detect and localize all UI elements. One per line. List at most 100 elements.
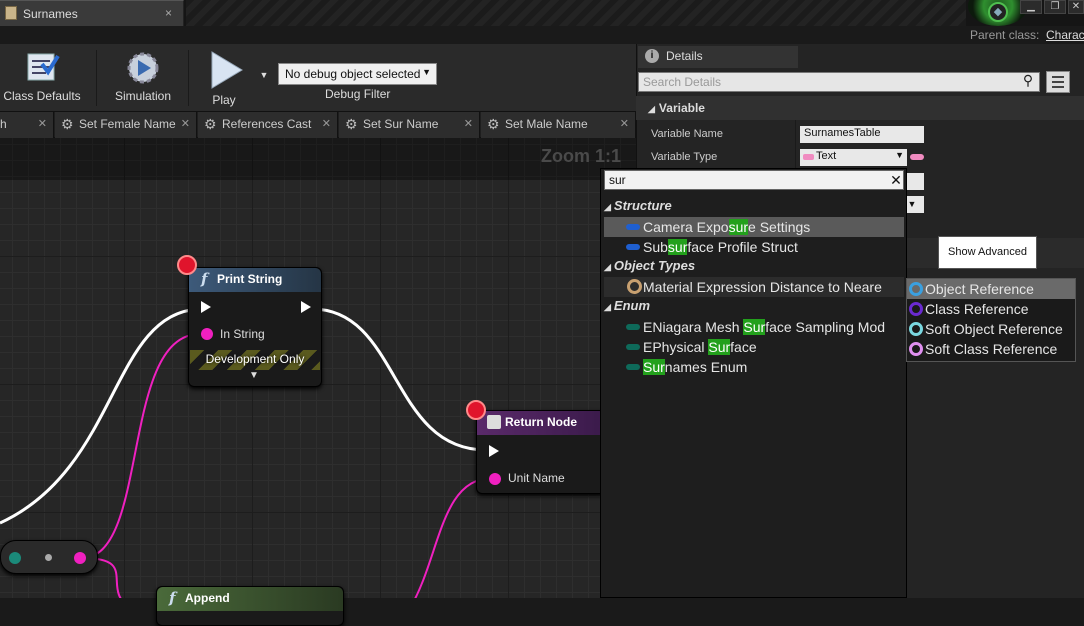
category-label: Structure xyxy=(613,198,672,213)
play-button[interactable]: Play xyxy=(196,50,252,107)
close-window-button[interactable]: ✕ xyxy=(1068,0,1084,14)
reroute-node[interactable] xyxy=(0,540,98,574)
exec-input-pin[interactable] xyxy=(489,445,499,457)
list-item-material-expression[interactable]: Material Expression Distance to Neare xyxy=(604,277,904,297)
search-highlight: Sur xyxy=(708,339,731,355)
breakpoint-icon[interactable] xyxy=(466,400,486,420)
type-search-input[interactable]: sur xyxy=(604,170,904,190)
item-text: ENiagara Mesh xyxy=(643,319,744,335)
list-item-surnames-enum[interactable]: Surnames Enum xyxy=(604,357,904,377)
category-label: Enum xyxy=(613,298,651,313)
blueprint-icon xyxy=(5,6,17,20)
struct-icon xyxy=(626,224,640,230)
clear-search-icon[interactable]: ✕ xyxy=(888,170,904,190)
chevron-down-icon: ▼ xyxy=(895,150,904,160)
menu-item-label: Soft Class Reference xyxy=(925,341,1058,357)
breakpoint-icon[interactable] xyxy=(177,255,197,275)
function-gear-icon: ⚙ xyxy=(345,116,358,132)
parent-class-link[interactable]: Charac xyxy=(1046,28,1084,42)
exec-wire xyxy=(311,307,487,452)
string-output-pin[interactable] xyxy=(74,552,86,564)
function-icon: f xyxy=(201,270,208,288)
details-search-input[interactable]: Search Details xyxy=(638,72,1040,92)
list-item-subsurface-profile-struct[interactable]: Subsurface Profile Struct xyxy=(604,237,904,257)
search-highlight: Sur xyxy=(643,359,665,375)
close-icon[interactable]: ✕ xyxy=(181,117,190,130)
tab-label: h xyxy=(0,117,7,131)
exec-output-pin[interactable] xyxy=(301,301,311,313)
debug-filter-label: Debug Filter xyxy=(325,87,391,101)
close-icon[interactable]: ✕ xyxy=(464,117,473,130)
variable-type-label: Variable Type xyxy=(651,151,718,163)
list-item-camera-exposure-settings[interactable]: Camera Exposure Settings xyxy=(604,217,904,237)
variable-section-header[interactable]: ◢ Variable xyxy=(636,96,1084,120)
append-node[interactable]: f Append xyxy=(156,586,344,626)
close-icon[interactable]: ✕ xyxy=(620,117,629,130)
exec-input-pin[interactable] xyxy=(201,301,211,313)
menu-item-soft-class-reference[interactable]: Soft Class Reference xyxy=(907,339,1075,359)
close-icon[interactable]: ✕ xyxy=(38,117,47,130)
variable-name-field[interactable]: SurnamesTable xyxy=(800,126,924,143)
view-options-button[interactable] xyxy=(1046,71,1070,93)
enum-icon xyxy=(626,364,640,370)
debug-object-value: No debug object selected xyxy=(285,67,421,81)
close-icon[interactable]: ✕ xyxy=(322,117,331,130)
class-defaults-icon xyxy=(27,53,60,81)
item-text: Material Expression Distance to Neare xyxy=(643,279,882,295)
close-tab-icon[interactable]: × xyxy=(165,6,172,20)
append-header: f Append xyxy=(157,587,343,611)
category-object-types[interactable]: ◢ Object Types xyxy=(604,258,695,273)
list-item-physical-surface[interactable]: EPhysical Surface xyxy=(604,337,904,357)
parent-class-label: Parent class: xyxy=(970,28,1040,42)
tab-set-female-name[interactable]: ⚙ Set Female Name ✕ xyxy=(55,112,197,138)
print-string-title: Print String xyxy=(217,272,283,286)
item-text: EPhysical xyxy=(643,339,709,355)
in-string-pin[interactable] xyxy=(201,328,213,340)
category-enum[interactable]: ◢ Enum xyxy=(604,298,650,313)
debug-object-select[interactable]: No debug object selected ▼ xyxy=(278,63,437,85)
simulation-gear-icon xyxy=(127,52,159,84)
tab-event-graph[interactable]: h ✕ xyxy=(0,112,54,138)
menu-item-label: Class Reference xyxy=(925,301,1029,317)
development-only-stripe: Development Only xyxy=(190,350,320,370)
item-text: Camera Expo xyxy=(643,219,729,235)
unit-name-label: Unit Name xyxy=(508,471,565,485)
tab-strip-background xyxy=(186,0,966,26)
tab-set-male-name[interactable]: ⚙ Set Male Name ✕ xyxy=(481,112,636,138)
variable-type-select[interactable]: Text ▼ xyxy=(800,149,907,166)
tab-set-sur-name[interactable]: ⚙ Set Sur Name ✕ xyxy=(339,112,480,138)
item-text: face xyxy=(730,339,757,355)
tab-details[interactable]: i Details xyxy=(638,46,798,68)
show-advanced-button[interactable]: Show Advanced xyxy=(938,236,1037,269)
logo-icon: ◆ xyxy=(988,2,1008,22)
function-gear-icon: ⚙ xyxy=(61,116,74,132)
return-node[interactable]: Return Node Unit Name xyxy=(476,410,606,494)
minimize-button[interactable]: ▁ xyxy=(1020,0,1042,14)
search-icon[interactable]: ⚲ xyxy=(1018,72,1038,92)
list-item-niagara-mesh-surface[interactable]: ENiagara Mesh Surface Sampling Mod xyxy=(604,317,904,337)
simulation-button[interactable]: Simulation xyxy=(108,50,178,103)
return-node-title: Return Node xyxy=(505,415,577,429)
expand-chevron-icon[interactable]: ▼ xyxy=(249,370,259,381)
struct-icon xyxy=(626,244,640,250)
function-tab-strip: h ✕ ⚙ Set Female Name ✕ ⚙ References Cas… xyxy=(0,112,636,138)
soft-class-reference-icon xyxy=(909,342,923,356)
category-structure[interactable]: ◢ Structure xyxy=(604,198,672,213)
play-label: Play xyxy=(212,93,236,107)
play-icon xyxy=(211,51,243,89)
print-string-node[interactable]: f Print String In String Development Onl… xyxy=(188,267,322,387)
play-options-chevron-icon[interactable]: ▼ xyxy=(258,70,270,80)
menu-item-object-reference[interactable]: Object Reference xyxy=(907,279,1075,299)
menu-item-soft-object-reference[interactable]: Soft Object Reference xyxy=(907,319,1075,339)
maximize-button[interactable]: ❐ xyxy=(1044,0,1066,14)
document-tab[interactable]: Surnames × xyxy=(0,0,184,26)
tab-references-cast[interactable]: ⚙ References Cast ✕ xyxy=(198,112,338,138)
view-options-icon xyxy=(1052,76,1064,88)
container-type-icon[interactable] xyxy=(910,154,924,160)
unit-name-pin[interactable] xyxy=(489,473,501,485)
class-defaults-label: Class Defaults xyxy=(3,89,81,103)
menu-item-class-reference[interactable]: Class Reference xyxy=(907,299,1075,319)
enum-input-pin[interactable] xyxy=(9,552,21,564)
simulation-label: Simulation xyxy=(114,89,172,103)
class-defaults-button[interactable]: Class Defaults xyxy=(0,50,84,103)
